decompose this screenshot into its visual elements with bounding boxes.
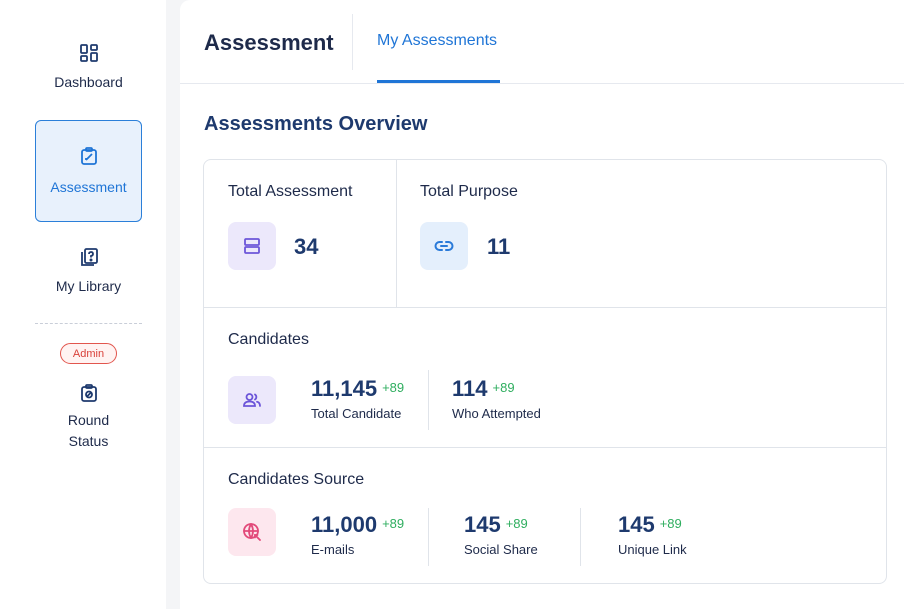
row-divider <box>204 307 886 308</box>
total-assessment-label: Total Assessment <box>228 183 353 200</box>
emails-value: 11,000 <box>311 512 378 537</box>
who-attempted-caption: Who Attempted <box>452 406 541 421</box>
sidebar-item-assessment[interactable]: Assessment <box>35 120 142 222</box>
sidebar-item-label: Dashboard <box>54 74 123 90</box>
who-attempted-stat: 114 +89 Who Attempted <box>452 376 541 421</box>
unique-link-stat: 145 +89 Unique Link <box>618 512 687 557</box>
round-status-line2: Status <box>68 433 109 449</box>
sidebar-item-round-status[interactable]: Round Status <box>35 382 142 458</box>
social-share-delta: +89 <box>505 516 528 531</box>
sidebar-item-dashboard[interactable]: Dashboard <box>35 42 142 102</box>
header-divider <box>352 14 353 70</box>
candidates-label: Candidates <box>228 331 309 348</box>
row-divider <box>204 447 886 448</box>
round-status-icon <box>78 382 100 404</box>
section-title: Assessments Overview <box>204 113 428 135</box>
candidates-source-label: Candidates Source <box>228 471 365 488</box>
stat-divider <box>580 508 581 566</box>
link-icon <box>420 222 468 270</box>
emails-delta: +89 <box>382 516 405 531</box>
sidebar-item-label: Round Status <box>68 410 109 452</box>
main-content: Assessment My Assessments Assessments Ov… <box>180 0 904 609</box>
stack-icon <box>228 222 276 270</box>
unique-link-value: 145 <box>618 512 655 537</box>
page-title: Assessment <box>204 30 334 55</box>
round-status-line1: Round <box>67 412 110 428</box>
globe-icon <box>228 508 276 556</box>
social-share-value: 145 <box>464 512 501 537</box>
active-tab-indicator <box>377 80 500 83</box>
column-divider <box>396 160 397 308</box>
sidebar-item-my-library[interactable]: My Library <box>35 246 142 302</box>
users-icon <box>228 376 276 424</box>
total-purpose-label: Total Purpose <box>420 183 518 200</box>
who-attempted-delta: +89 <box>492 380 515 395</box>
social-share-caption: Social Share <box>464 542 538 557</box>
library-icon <box>78 246 100 268</box>
sidebar-item-label: My Library <box>55 278 122 294</box>
total-candidate-caption: Total Candidate <box>311 406 402 421</box>
dashboard-icon <box>78 42 100 64</box>
page-header: Assessment My Assessments <box>180 0 904 84</box>
assessment-icon <box>78 145 100 167</box>
stat-divider <box>428 508 429 566</box>
emails-caption: E-mails <box>311 542 355 557</box>
social-share-stat: 145 +89 Social Share <box>464 512 538 557</box>
total-candidate-stat: 11,145 +89 Total Candidate <box>311 376 404 421</box>
total-purpose-value: 11 <box>487 234 511 259</box>
admin-badge: Admin <box>60 343 117 364</box>
stat-divider <box>428 370 429 430</box>
overview-card: Total Assessment 34 Total Purpose 11 Can… <box>203 159 887 584</box>
sidebar-item-label: Assessment <box>50 178 127 195</box>
sidebar: Dashboard Assessment My Library Admin Ro… <box>0 0 166 609</box>
total-candidate-value: 11,145 <box>311 376 378 401</box>
total-candidate-delta: +89 <box>382 380 405 395</box>
sidebar-divider <box>35 323 142 324</box>
unique-link-caption: Unique Link <box>618 542 687 557</box>
tab-my-assessments[interactable]: My Assessments <box>377 0 497 84</box>
who-attempted-value: 114 <box>452 376 488 401</box>
unique-link-delta: +89 <box>659 516 682 531</box>
emails-stat: 11,000 +89 E-mails <box>311 512 404 557</box>
total-assessment-value: 34 <box>294 234 319 259</box>
